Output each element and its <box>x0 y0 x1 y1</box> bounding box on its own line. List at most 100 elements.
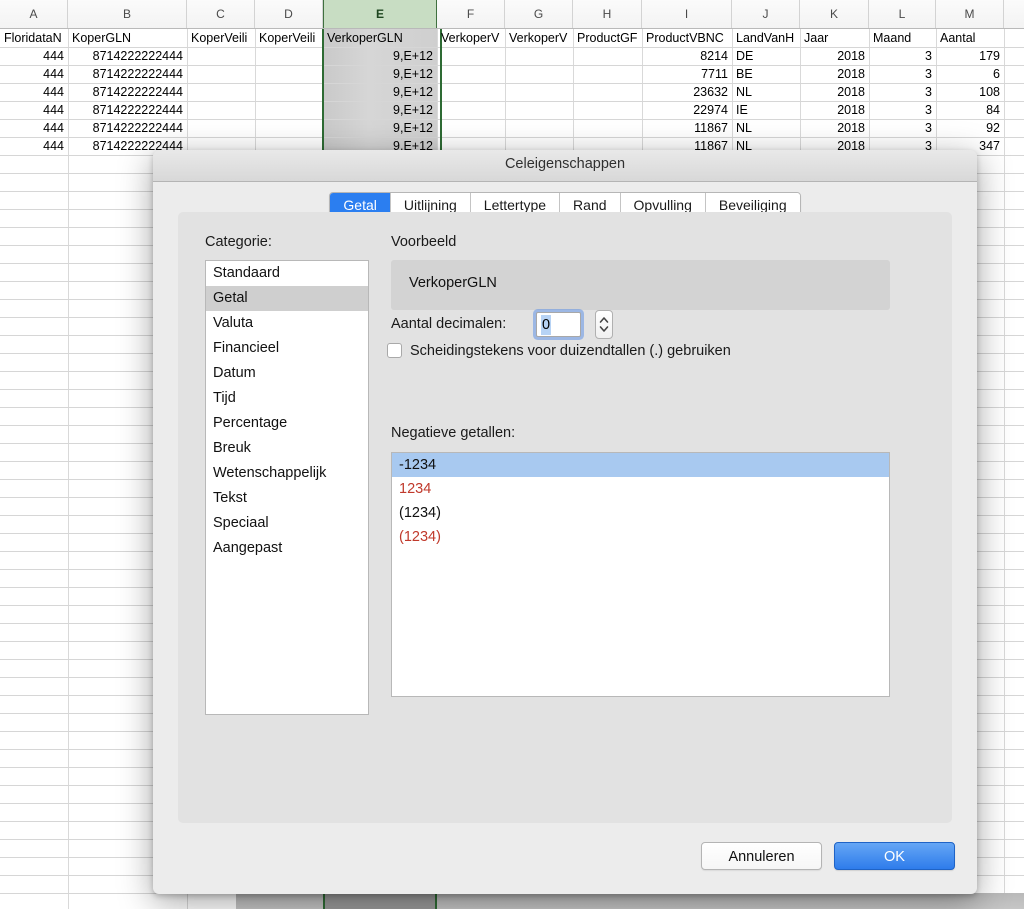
ok-button[interactable]: OK <box>834 842 955 870</box>
category-item-wetenschappelijk[interactable]: Wetenschappelijk <box>206 461 368 486</box>
sheet-cell[interactable]: IE <box>733 101 799 119</box>
sheet-cell[interactable]: 444 <box>1 83 67 101</box>
sheet-cell[interactable]: 8714222222444 <box>69 83 186 101</box>
negative-format-option-4[interactable]: (1234) <box>392 525 889 549</box>
category-item-standaard[interactable]: Standaard <box>206 261 368 286</box>
column-header-e[interactable]: E <box>323 0 437 28</box>
cancel-button[interactable]: Annuleren <box>701 842 822 870</box>
bottom-selection-band-column <box>323 893 437 909</box>
grid-vline <box>68 29 69 909</box>
sheet-cell[interactable]: 8714222222444 <box>69 47 186 65</box>
app-root: ABCDEFGHIJKLM FloridataN KoperGLN KoperVei… <box>0 0 1024 909</box>
sheet-header-cell[interactable]: ProductVBNC <box>643 29 731 47</box>
sheet-cell[interactable]: 7711 <box>643 65 731 83</box>
preview-box: VerkoperGLN <box>391 260 890 310</box>
sheet-cell[interactable]: 84 <box>937 101 1003 119</box>
sheet-cell[interactable]: 22974 <box>643 101 731 119</box>
sheet-cell[interactable]: 444 <box>1 65 67 83</box>
column-header-h[interactable]: H <box>573 0 642 28</box>
sheet-cell[interactable]: 8714222222444 <box>69 119 186 137</box>
sheet-cell[interactable]: 92 <box>937 119 1003 137</box>
sheet-header-cell[interactable]: LandVanH <box>733 29 799 47</box>
category-item-percentage[interactable]: Percentage <box>206 411 368 436</box>
column-header-a[interactable]: A <box>0 0 68 28</box>
sheet-header-cell[interactable]: Aantal <box>937 29 1003 47</box>
decimals-input[interactable]: 0 <box>536 312 581 337</box>
dialog-titlebar[interactable]: Celeigenschappen <box>153 150 977 182</box>
decimals-stepper[interactable] <box>595 310 613 339</box>
column-header-d[interactable]: D <box>255 0 323 28</box>
preview-label: Voorbeeld <box>391 234 457 250</box>
category-item-tijd[interactable]: Tijd <box>206 386 368 411</box>
sheet-cell[interactable]: 9,E+12 <box>324 83 436 101</box>
column-header-j[interactable]: J <box>732 0 800 28</box>
sheet-cell[interactable]: 2018 <box>801 83 868 101</box>
sheet-header-cell[interactable]: ProductGF <box>574 29 641 47</box>
sheet-header-cell[interactable]: KoperVeili <box>188 29 254 47</box>
sheet-header-cell[interactable]: KoperGLN <box>69 29 186 47</box>
sheet-header-cell[interactable]: KoperVeili <box>256 29 322 47</box>
sheet-cell[interactable]: 9,E+12 <box>324 101 436 119</box>
sheet-header-cell[interactable]: Jaar <box>801 29 868 47</box>
sheet-cell[interactable]: 3 <box>870 47 935 65</box>
category-item-getal[interactable]: Getal <box>206 286 368 311</box>
sheet-cell[interactable]: 2018 <box>801 47 868 65</box>
sheet-cell[interactable]: 444 <box>1 101 67 119</box>
sheet-cell[interactable]: 3 <box>870 101 935 119</box>
category-item-datum[interactable]: Datum <box>206 361 368 386</box>
category-item-financieel[interactable]: Financieel <box>206 336 368 361</box>
sheet-cell[interactable]: 9,E+12 <box>324 47 436 65</box>
sheet-header-cell[interactable]: FloridataN <box>1 29 67 47</box>
column-header-b[interactable]: B <box>68 0 187 28</box>
sheet-header-cell[interactable]: VerkoperV <box>438 29 504 47</box>
column-header-i[interactable]: I <box>642 0 732 28</box>
negative-format-option-2[interactable]: 1234 <box>392 477 889 501</box>
sheet-header-cell[interactable]: VerkoperV <box>506 29 572 47</box>
sheet-cell[interactable]: DE <box>733 47 799 65</box>
sheet-cell[interactable]: 9,E+12 <box>324 65 436 83</box>
column-header-f[interactable]: F <box>437 0 505 28</box>
sheet-cell[interactable]: NL <box>733 83 799 101</box>
category-item-breuk[interactable]: Breuk <box>206 436 368 461</box>
column-header-m[interactable]: M <box>936 0 1004 28</box>
category-item-speciaal[interactable]: Speciaal <box>206 511 368 536</box>
category-list[interactable]: Standaard Getal Valuta Financieel Datum Tijd P… <box>205 260 369 715</box>
sheet-cell[interactable]: 11867 <box>643 119 731 137</box>
thousands-separator-label: Scheidingstekens voor duizendtallen (.) … <box>410 343 731 359</box>
column-header-k[interactable]: K <box>800 0 869 28</box>
sheet-cell[interactable]: 444 <box>1 137 67 155</box>
decimals-value: 0 <box>541 315 552 335</box>
sheet-header-cell[interactable]: VerkoperGLN <box>324 29 436 47</box>
sheet-cell[interactable]: 3 <box>870 83 935 101</box>
category-item-aangepast[interactable]: Aangepast <box>206 536 368 561</box>
sheet-cell[interactable]: 2018 <box>801 101 868 119</box>
sheet-cell[interactable]: 108 <box>937 83 1003 101</box>
sheet-cell[interactable]: 3 <box>870 119 935 137</box>
category-label: Categorie: <box>205 234 272 250</box>
column-header-c[interactable]: C <box>187 0 255 28</box>
thousands-separator-checkbox[interactable] <box>387 343 402 358</box>
cell-properties-dialog: Celeigenschappen Getal Uitlijning Letterty… <box>153 150 977 894</box>
negative-format-option-1[interactable]: -1234 <box>392 453 889 477</box>
category-item-tekst[interactable]: Tekst <box>206 486 368 511</box>
sheet-cell[interactable]: 179 <box>937 47 1003 65</box>
sheet-cell[interactable]: 6 <box>937 65 1003 83</box>
negative-format-option-3[interactable]: (1234) <box>392 501 889 525</box>
sheet-cell[interactable]: 23632 <box>643 83 731 101</box>
sheet-cell[interactable]: 444 <box>1 119 67 137</box>
column-header-g[interactable]: G <box>505 0 573 28</box>
sheet-cell[interactable]: 9,E+12 <box>324 119 436 137</box>
sheet-header-cell[interactable]: Maand <box>870 29 935 47</box>
negative-numbers-list[interactable]: -1234 1234 (1234) (1234) <box>391 452 890 697</box>
sheet-cell[interactable]: NL <box>733 119 799 137</box>
sheet-cell[interactable]: 2018 <box>801 119 868 137</box>
sheet-cell[interactable]: BE <box>733 65 799 83</box>
sheet-cell[interactable]: 444 <box>1 47 67 65</box>
sheet-cell[interactable]: 8714222222444 <box>69 65 186 83</box>
column-header-l[interactable]: L <box>869 0 936 28</box>
sheet-cell[interactable]: 8714222222444 <box>69 101 186 119</box>
sheet-cell[interactable]: 3 <box>870 65 935 83</box>
sheet-cell[interactable]: 2018 <box>801 65 868 83</box>
category-item-valuta[interactable]: Valuta <box>206 311 368 336</box>
sheet-cell[interactable]: 8214 <box>643 47 731 65</box>
